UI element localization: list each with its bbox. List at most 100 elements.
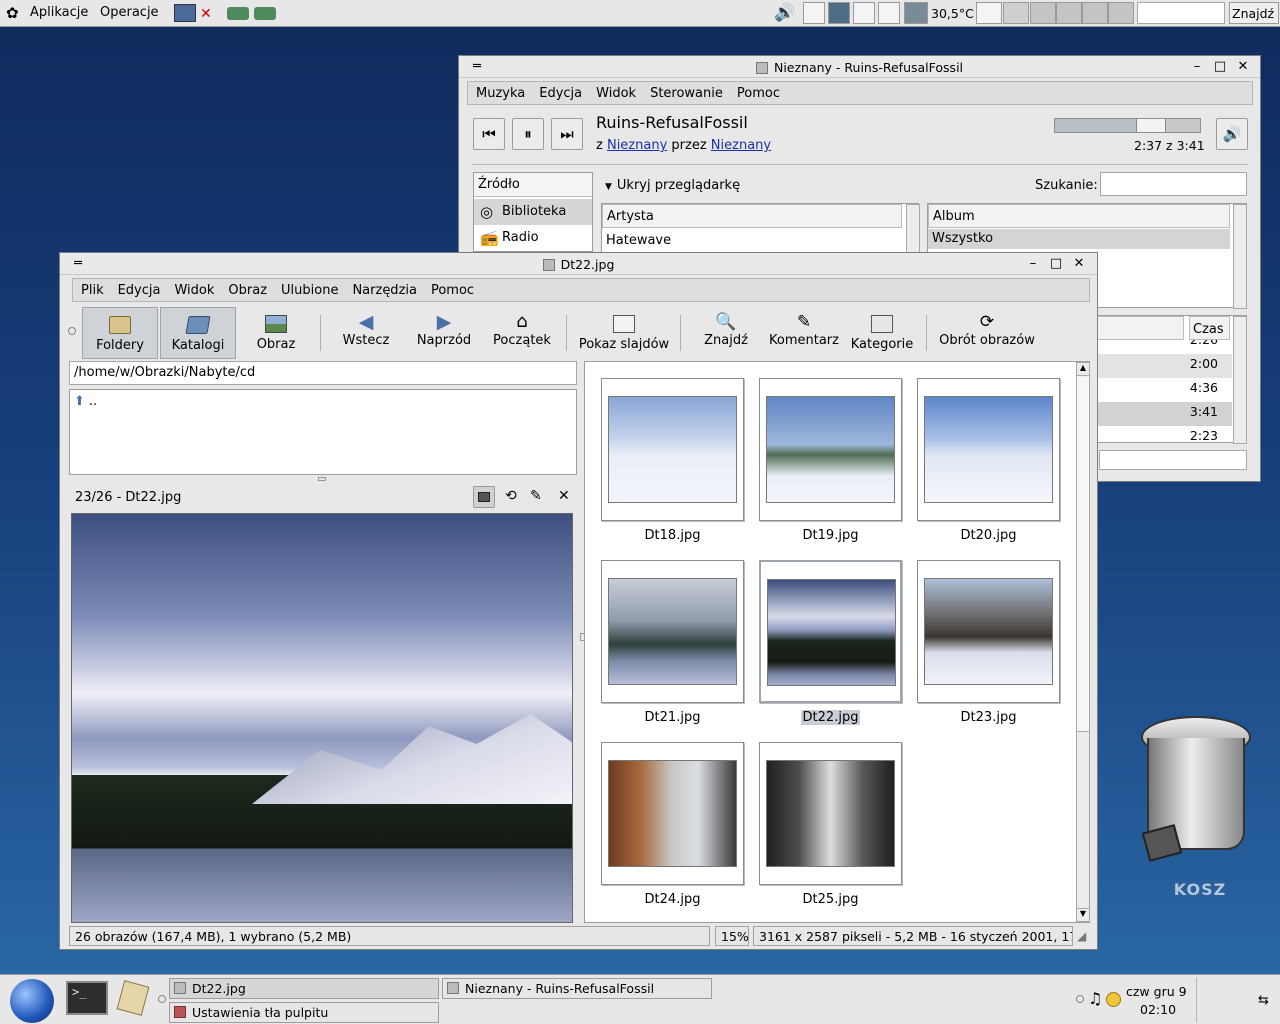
resize-grip-icon[interactable]: ◢ [1077,929,1086,943]
thumbnail-dt22-selected[interactable] [759,560,902,703]
pager-desk-2[interactable] [1003,2,1029,24]
music-player-titlebar[interactable]: ═ Nieznany - Ruins-RefusalFossil – □ ✕ [459,56,1260,78]
scroll-down-arrow-icon[interactable]: ▼ [1077,908,1089,921]
categories-button[interactable]: Kategorie [844,307,920,359]
pane-splitter-handle[interactable] [318,477,326,481]
folders-button[interactable]: Foldery [82,307,158,359]
tray-handle[interactable] [1076,995,1084,1003]
trash-icon[interactable] [1135,716,1255,866]
workspace-1[interactable] [828,2,850,24]
edit-comment-icon[interactable]: ✎ [530,488,542,504]
workspace-2[interactable] [853,2,875,24]
thumbnail-dt19[interactable] [759,378,902,521]
menu-edit-2[interactable]: Edycja [118,283,161,298]
scroll-up-arrow-icon[interactable]: ▲ [1077,363,1089,376]
maximize-icon[interactable]: □ [1212,59,1228,75]
find-button[interactable]: 🔍 Znajdź [688,307,764,359]
rotate-images-button[interactable]: ⟳ Obrót obrazów [932,307,1042,359]
album-row-all[interactable]: Wszystko [928,229,1230,249]
thumbnail-scroll-thumb[interactable] [1077,377,1089,732]
next-button[interactable]: ⏭ [551,118,583,150]
album-header[interactable]: Album [928,204,1230,228]
back-button[interactable]: ◀ Wstecz [328,307,404,359]
menu-file[interactable]: Plik [81,283,104,298]
tasklist-handle[interactable] [158,995,166,1003]
drive-icon-2[interactable] [254,7,276,20]
menu-tools[interactable]: Narzędzia [352,283,417,298]
pager-desk-6[interactable] [1108,2,1134,24]
viewer-titlebar[interactable]: ═ Dt22.jpg – □ ✕ [60,253,1097,275]
time-header[interactable]: Czas [1189,316,1230,340]
music-search-input[interactable] [1100,172,1247,196]
track-row[interactable]: 3:41 [1096,402,1232,426]
panel-search-input[interactable] [1137,2,1225,24]
hide-browser-toggle[interactable]: ▼ Ukryj przeglądarkę [605,178,740,193]
seek-handle[interactable] [1136,119,1167,132]
menu-view-2[interactable]: Widok [174,283,214,298]
viewer-minimize-icon[interactable]: – [1025,256,1041,272]
track-row[interactable]: 2:00 [1096,354,1232,378]
preview-image[interactable] [71,513,573,923]
thumbnail-dt20[interactable] [917,378,1060,521]
panel-search-button[interactable]: Znajdź [1229,2,1279,24]
catalogs-button[interactable]: Katalogi [160,307,236,359]
globe-icon[interactable] [10,979,54,1023]
show-desktop-icon[interactable] [174,4,196,22]
actions-menu[interactable]: Operacje [100,5,159,20]
source-radio[interactable]: 📻 Radio [474,225,592,251]
menu-view[interactable]: Widok [596,86,636,101]
viewer-close-icon[interactable]: ✕ [1071,256,1087,272]
pager-desk-3[interactable] [1030,2,1056,24]
thumbnail-scrollbar[interactable]: ▲ ▼ [1076,362,1090,922]
thumbnail-dt24[interactable] [601,742,744,885]
clock-date[interactable]: czw gru 9 [1126,984,1187,999]
track-row[interactable]: 2:23 [1096,426,1232,444]
viewer-maximize-icon[interactable]: □ [1048,256,1064,272]
gnome-foot-icon[interactable]: ✿ [6,4,19,22]
album-link[interactable]: Nieznany [607,138,667,153]
image-button[interactable]: Obraz [238,307,314,359]
thumbnail-dt25[interactable] [759,742,902,885]
thumbnail-dt21[interactable] [601,560,744,703]
toolbar-handle[interactable] [68,327,76,335]
thumbnail-dt18[interactable] [601,378,744,521]
slideshow-button[interactable]: Pokaz slajdów [572,307,676,359]
comment-button[interactable]: ✎ Komentarz [766,307,842,359]
pager-desk-1[interactable] [976,2,1002,24]
menu-music[interactable]: Muzyka [476,86,525,101]
minimize-icon[interactable]: – [1189,59,1205,75]
network-icon[interactable]: ⇆ [1258,993,1269,1008]
previous-button[interactable]: ⏮ [473,118,505,150]
album-scrollbar[interactable] [1233,204,1247,309]
track-row[interactable]: 2:26 [1096,340,1232,354]
source-header[interactable]: Źródło [474,173,592,197]
menu-bookmarks[interactable]: Ulubione [281,283,338,298]
close-icon[interactable]: ✕ [1235,59,1251,75]
workspace-3[interactable] [878,2,900,24]
pause-button[interactable]: ⏸ [512,118,544,150]
thumbnail-dt23[interactable] [917,560,1060,703]
status-smiley-icon[interactable] [1106,992,1121,1007]
forward-button[interactable]: ▶ Naprzód [406,307,482,359]
track-row[interactable]: 4:36 [1096,378,1232,402]
volume-icon[interactable]: 🔊 [774,3,795,23]
menu-help-2[interactable]: Pomoc [431,283,474,298]
track-scrollbar[interactable] [1233,316,1247,444]
pager-desk-4[interactable] [1056,2,1082,24]
fit-image-button[interactable] [473,486,495,508]
applications-menu[interactable]: Aplikacje [30,5,88,20]
artist-header[interactable]: Artysta [602,204,902,228]
parent-folder-row[interactable]: ⬆.. [74,394,97,409]
task-background-settings[interactable]: Ustawienia tła pulpitu [169,1002,439,1023]
artist-row[interactable]: Hatewave [606,233,671,248]
disconnect-icon[interactable]: ✕ [200,6,222,22]
close-preview-icon[interactable]: ✕ [558,488,570,504]
location-input[interactable]: /home/w/Obrazki/Nabyte/cd [69,361,577,385]
terminal-icon[interactable]: >_ [66,981,108,1015]
artist-link[interactable]: Nieznany [711,138,771,153]
notes-icon[interactable] [116,980,150,1016]
rotate-preview-icon[interactable]: ⟲ [505,488,517,504]
pager-desk-5[interactable] [1082,2,1108,24]
drive-icon[interactable] [227,7,249,20]
menu-help[interactable]: Pomoc [737,86,780,101]
